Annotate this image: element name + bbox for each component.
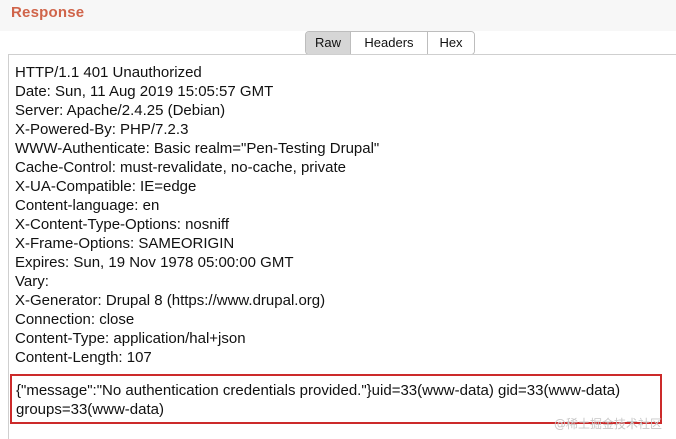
- body-line: {"message":"No authentication credential…: [16, 382, 621, 399]
- body-line: groups=33(www-data): [16, 401, 164, 418]
- view-tabbar: Raw Headers Hex: [305, 31, 475, 55]
- response-header-lines: HTTP/1.1 401 Unauthorized Date: Sun, 11 …: [15, 63, 379, 367]
- header-line: Date: Sun, 11 Aug 2019 15:05:57 GMT: [15, 83, 274, 100]
- header-line: Connection: close: [15, 311, 135, 328]
- watermark: @稀土掘金技术社区: [553, 417, 662, 431]
- tab-hex[interactable]: Hex: [428, 32, 474, 54]
- header-line: X-UA-Compatible: IE=edge: [15, 178, 197, 195]
- header-line: HTTP/1.1 401 Unauthorized: [15, 64, 202, 81]
- header-line: Cache-Control: must-revalidate, no-cache…: [15, 159, 346, 176]
- header-line: X-Powered-By: PHP/7.2.3: [15, 121, 189, 138]
- header-line: X-Frame-Options: SAMEORIGIN: [15, 235, 235, 252]
- header-line: X-Generator: Drupal 8 (https://www.drupa…: [15, 292, 326, 309]
- header-line: Content-Length: 107: [15, 349, 152, 366]
- header-line: Server: Apache/2.4.25 (Debian): [15, 102, 226, 119]
- header-line: Vary:: [15, 273, 49, 290]
- panel-header: Response: [0, 0, 676, 31]
- header-line: Expires: Sun, 19 Nov 1978 05:00:00 GMT: [15, 254, 294, 271]
- response-body: {"message":"No authentication credential…: [16, 381, 620, 419]
- tab-raw[interactable]: Raw: [306, 32, 351, 54]
- response-editor[interactable]: HTTP/1.1 401 Unauthorized Date: Sun, 11 …: [8, 54, 676, 439]
- header-line: Content-Type: application/hal+json: [15, 330, 246, 347]
- header-line: X-Content-Type-Options: nosniff: [15, 216, 229, 233]
- tab-headers[interactable]: Headers: [351, 32, 428, 54]
- header-line: Content-language: en: [15, 197, 160, 214]
- header-line: WWW-Authenticate: Basic realm="Pen-Testi…: [15, 140, 380, 157]
- panel-title: Response: [11, 4, 85, 21]
